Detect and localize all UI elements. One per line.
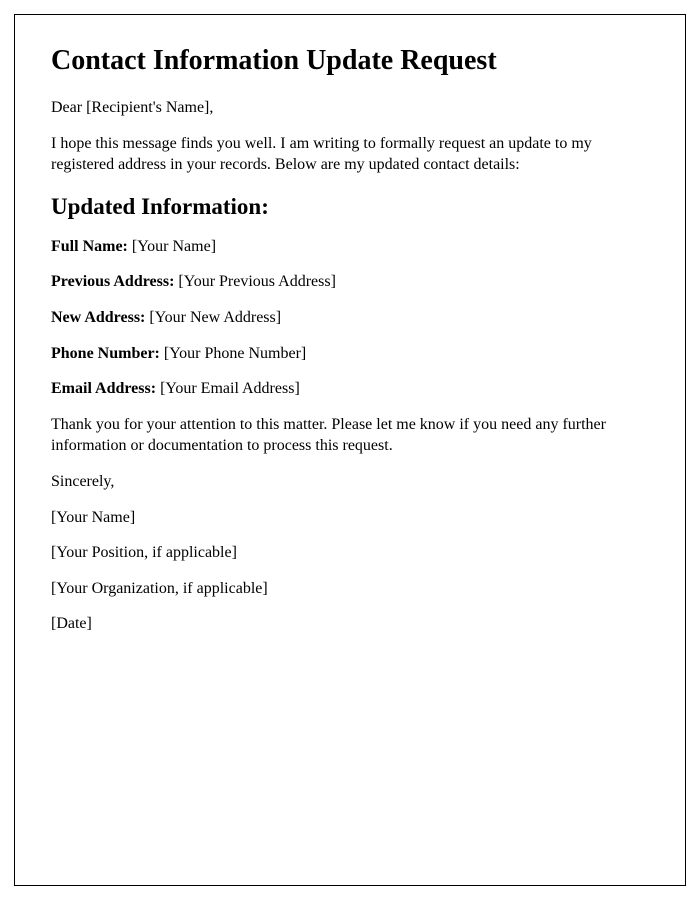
- section-heading: Updated Information:: [51, 194, 649, 220]
- new-address-value: [Your New Address]: [145, 309, 281, 326]
- email-address-value: [Your Email Address]: [156, 380, 300, 397]
- intro-paragraph: I hope this message finds you well. I am…: [51, 133, 649, 176]
- field-email-address: Email Address: [Your Email Address]: [51, 378, 649, 400]
- previous-address-value: [Your Previous Address]: [174, 273, 336, 290]
- field-phone-number: Phone Number: [Your Phone Number]: [51, 343, 649, 365]
- field-previous-address: Previous Address: [Your Previous Address…: [51, 271, 649, 293]
- phone-number-value: [Your Phone Number]: [160, 345, 306, 362]
- email-address-label: Email Address:: [51, 380, 156, 397]
- signature-name: [Your Name]: [51, 507, 649, 529]
- field-new-address: New Address: [Your New Address]: [51, 307, 649, 329]
- signature-date: [Date]: [51, 613, 649, 635]
- field-full-name: Full Name: [Your Name]: [51, 236, 649, 258]
- salutation-line: Dear [Recipient's Name],: [51, 97, 649, 119]
- signature-position: [Your Position, if applicable]: [51, 542, 649, 564]
- document-title: Contact Information Update Request: [51, 45, 649, 77]
- closing-line: Sincerely,: [51, 471, 649, 493]
- new-address-label: New Address:: [51, 309, 145, 326]
- signature-organization: [Your Organization, if applicable]: [51, 578, 649, 600]
- previous-address-label: Previous Address:: [51, 273, 174, 290]
- full-name-label: Full Name:: [51, 238, 128, 255]
- full-name-value: [Your Name]: [128, 238, 216, 255]
- thank-you-paragraph: Thank you for your attention to this mat…: [51, 414, 649, 457]
- document-container: Contact Information Update Request Dear …: [14, 14, 686, 886]
- phone-number-label: Phone Number:: [51, 345, 160, 362]
